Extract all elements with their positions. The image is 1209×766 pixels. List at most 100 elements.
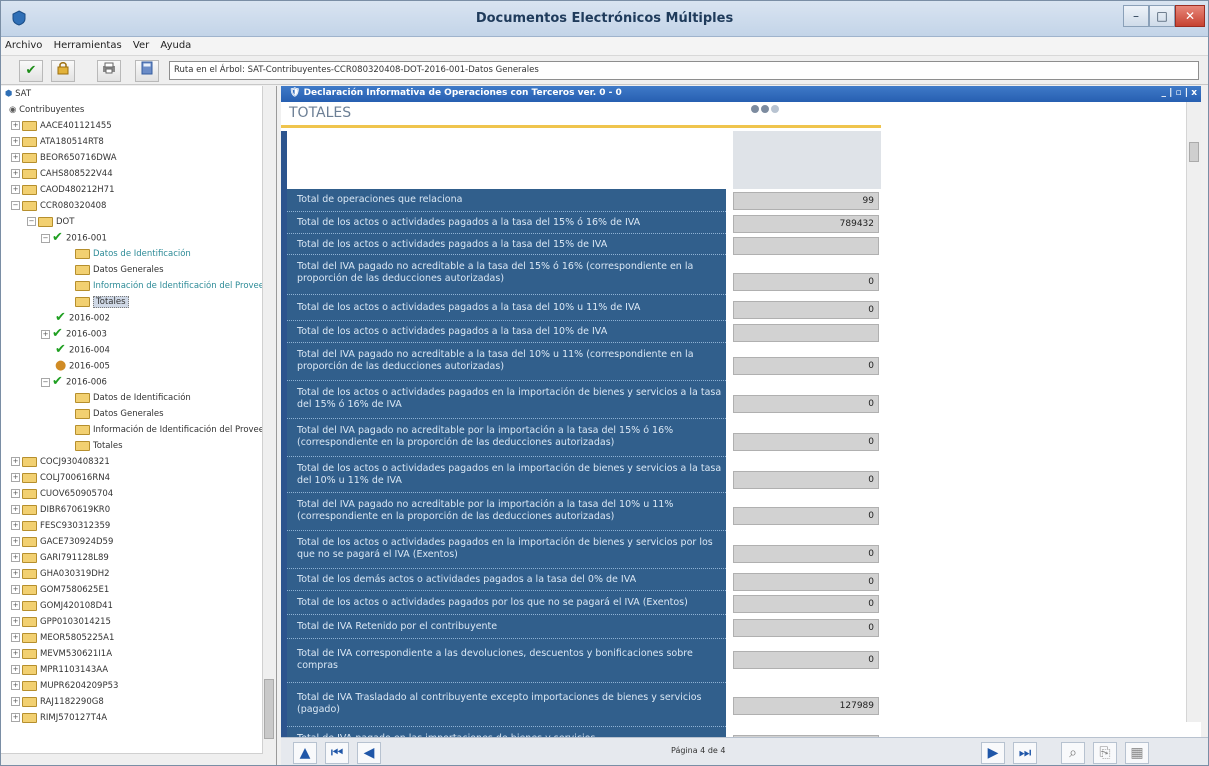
up-arrow-icon[interactable]: ▲: [293, 742, 317, 764]
menu-archivo[interactable]: Archivo: [1, 37, 46, 51]
tree-item[interactable]: + DIBR670619KR0: [11, 503, 110, 517]
tree-contribuyentes[interactable]: ◉ Contribuyentes: [9, 103, 84, 117]
field-value[interactable]: 0: [733, 595, 879, 613]
tree-item[interactable]: + AACE401121455: [11, 119, 112, 133]
tree-item[interactable]: + GPP0103014215: [11, 615, 111, 629]
first-page-icon[interactable]: ⏮: [325, 742, 349, 764]
minimize-button[interactable]: –: [1123, 5, 1149, 27]
maximize-button[interactable]: □: [1149, 5, 1175, 27]
document-pane: 🛡 Declaración Informativa de Operaciones…: [281, 86, 1201, 765]
tree-item-form[interactable]: Datos de Identificación: [75, 391, 191, 405]
check-icon[interactable]: ✔: [19, 60, 43, 82]
tree-item-form[interactable]: Datos Generales: [75, 407, 164, 421]
tree-item[interactable]: + GHA030319DH2: [11, 567, 110, 581]
tree-item-form[interactable]: Datos Generales: [75, 263, 164, 277]
tree-item[interactable]: + RIMJ570127T4A: [11, 711, 107, 725]
field-value[interactable]: 0: [733, 651, 879, 669]
tree-item-period[interactable]: − ✔ 2016-001: [41, 231, 107, 245]
field-value[interactable]: 127989: [733, 697, 879, 715]
tree-item[interactable]: + FESC930312359: [11, 519, 110, 533]
tree-panel: ⬢ SAT ◉ Contribuyentes + AACE401121455 + A…: [1, 86, 277, 765]
menu-ayuda[interactable]: Ayuda: [156, 37, 195, 51]
tree-item-period[interactable]: ✔ 2016-002: [55, 311, 110, 325]
tree-item[interactable]: + COCJ930408321: [11, 455, 110, 469]
field-value[interactable]: 0: [733, 301, 879, 319]
tree-item-form[interactable]: Información de Identificación del Provee…: [75, 279, 269, 293]
field-label: Total de los actos o actividades pagados…: [287, 234, 726, 255]
tree-root[interactable]: ⬢ SAT: [5, 87, 31, 101]
field-label: Total de los actos o actividades pagados…: [287, 381, 726, 419]
tree-item[interactable]: + RAJ1182290G8: [11, 695, 104, 709]
field-value[interactable]: 789432: [733, 215, 879, 233]
field-value[interactable]: 0: [733, 471, 879, 489]
tree-item-period[interactable]: − ✔ 2016-006: [41, 375, 107, 389]
tree-item-period[interactable]: ● 2016-005: [55, 359, 110, 373]
tree-item[interactable]: + BEOR650716DWA: [11, 151, 117, 165]
toolbar: ✔ Ruta en el Árbol: SAT-Contribuyentes-C…: [1, 55, 1208, 85]
tree-item-period[interactable]: + ✔ 2016-003: [41, 327, 107, 341]
document-window-controls[interactable]: _ | ▫ | x: [1161, 88, 1197, 98]
totals-panel: Total de operaciones que relaciona Total…: [287, 189, 726, 751]
tree-item-form[interactable]: Datos de Identificación: [75, 247, 191, 261]
field-value[interactable]: 0: [733, 507, 879, 525]
tree-item-form[interactable]: Totales: [75, 439, 123, 453]
tree-item[interactable]: + MUPR6204209P53: [11, 679, 118, 693]
grid-icon[interactable]: ▦: [1125, 742, 1149, 764]
tree-item[interactable]: + GACE730924D59: [11, 535, 113, 549]
document-scroll-thumb[interactable]: [1189, 142, 1199, 162]
next-page-icon[interactable]: ▶: [981, 742, 1005, 764]
tree-item[interactable]: + MEVM530621I1A: [11, 647, 112, 661]
section-title: TOTALES: [289, 105, 352, 121]
field-label: Total de los actos o actividades pagados…: [287, 321, 726, 343]
tree-horizontal-scrollbar[interactable]: [1, 753, 263, 765]
tree-item[interactable]: + GOMJ420108D41: [11, 599, 113, 613]
tree-item[interactable]: + MEOR5805225A1: [11, 631, 114, 645]
tree-item-period[interactable]: ✔ 2016-004: [55, 343, 110, 357]
field-label: Total de los demás actos o actividades p…: [287, 569, 726, 591]
field-value[interactable]: 0: [733, 273, 879, 291]
tree-scroll-thumb[interactable]: [264, 679, 274, 739]
tree-item[interactable]: + GOM7580625E1: [11, 583, 109, 597]
form-area: Total de operaciones que relaciona Total…: [281, 131, 881, 751]
path-field: Ruta en el Árbol: SAT-Contribuyentes-CCR…: [169, 61, 1199, 80]
main-window: Documentos Electrónicos Múltiples – □ ✕ …: [0, 0, 1209, 766]
tree-item-dot[interactable]: − DOT: [27, 215, 74, 229]
tree-item[interactable]: + CAHS808522V44: [11, 167, 113, 181]
field-label: Total de los actos o actividades pagados…: [287, 531, 726, 569]
last-page-icon[interactable]: ⏭: [1013, 742, 1037, 764]
search-icon[interactable]: ⌕: [1061, 742, 1085, 764]
field-value[interactable]: 0: [733, 573, 879, 591]
field-label: Total de operaciones que relaciona: [287, 189, 726, 212]
field-label: Total del IVA pagado no acreditable por …: [287, 493, 726, 531]
tree-item[interactable]: + ATA180514RT8: [11, 135, 104, 149]
field-value[interactable]: [733, 237, 879, 255]
calculator-icon[interactable]: [135, 60, 159, 82]
close-button[interactable]: ✕: [1175, 5, 1205, 27]
field-value[interactable]: 0: [733, 395, 879, 413]
tree-item[interactable]: + CUOV650905704: [11, 487, 113, 501]
menu-ver[interactable]: Ver: [129, 37, 153, 51]
field-value[interactable]: 0: [733, 619, 879, 637]
shield-icon: 🛡: [289, 88, 301, 98]
tree-item[interactable]: + GARI791128L89: [11, 551, 109, 565]
menu-herramientas[interactable]: Herramientas: [50, 37, 126, 51]
field-value[interactable]: 99: [733, 192, 879, 210]
copy-icon[interactable]: ⎘: [1093, 742, 1117, 764]
previous-page-icon[interactable]: ◀: [357, 742, 381, 764]
field-value[interactable]: 0: [733, 545, 879, 563]
field-value[interactable]: 0: [733, 433, 879, 451]
lock-icon[interactable]: [51, 60, 75, 82]
tree-scrollbar[interactable]: [262, 86, 276, 765]
tree-item-form[interactable]: Información de Identificación del Provee…: [75, 423, 269, 437]
tree-item[interactable]: + MPR1103143AA: [11, 663, 108, 677]
field-label: Total de los actos o actividades pagados…: [287, 295, 726, 321]
tree-item[interactable]: + CAOD480212H71: [11, 183, 115, 197]
tree-item[interactable]: + COLJ700616RN4: [11, 471, 110, 485]
tree-item-selected[interactable]: Totales: [75, 295, 129, 309]
print-icon[interactable]: [97, 60, 121, 82]
document-scrollbar[interactable]: [1186, 102, 1201, 722]
field-value[interactable]: 0: [733, 357, 879, 375]
field-value[interactable]: [733, 324, 879, 342]
field-label: Total de los actos o actividades pagados…: [287, 212, 726, 234]
tree-item[interactable]: − CCR080320408: [11, 199, 106, 213]
